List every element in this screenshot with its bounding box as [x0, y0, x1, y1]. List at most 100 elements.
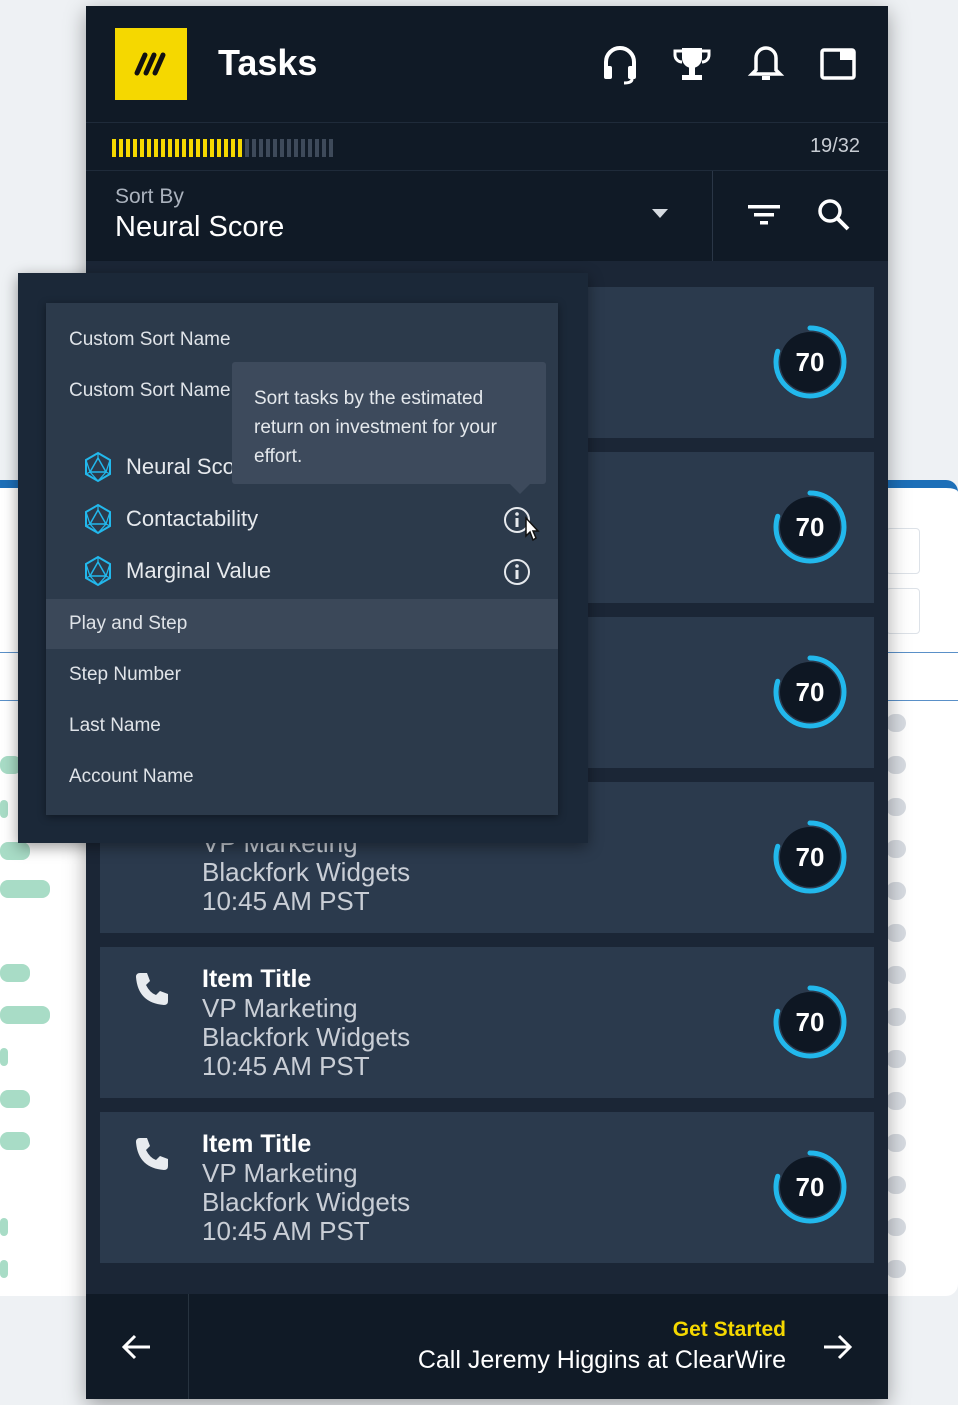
score-value: 70: [795, 511, 825, 542]
score-value: 70: [795, 1006, 825, 1037]
divider: [188, 1294, 189, 1399]
sort-option-play-and-step[interactable]: Play and Step: [46, 599, 558, 649]
bell-icon[interactable]: [744, 42, 788, 86]
background-bar: [886, 756, 906, 774]
neural-network-icon: [85, 503, 111, 535]
background-bar: [0, 800, 8, 818]
background-bar: [0, 1048, 8, 1066]
neural-network-icon: [85, 451, 111, 483]
app-logo[interactable]: [115, 28, 187, 100]
task-time: 10:45 AM PST: [202, 1216, 370, 1246]
progress-tick: [119, 139, 123, 157]
progress-tick: [112, 139, 116, 157]
progress-tick: [231, 139, 235, 157]
divider: [712, 171, 713, 261]
phone-icon: [136, 973, 168, 1005]
score-ring: 70: [772, 1149, 848, 1225]
progress-tick: [175, 139, 179, 157]
score-ring: 70: [772, 984, 848, 1060]
progress-tick: [315, 139, 319, 157]
score-value: 70: [795, 1171, 825, 1202]
background-bar: [886, 882, 906, 900]
chevron-down-icon: [652, 209, 668, 218]
background-bar: [0, 964, 30, 982]
background-bar: [886, 1092, 906, 1110]
progress-tick: [196, 139, 200, 157]
task-card[interactable]: Item Title VP Marketing Blackfork Widget…: [100, 1112, 874, 1263]
progress-tick: [189, 139, 193, 157]
sort-option-custom[interactable]: Custom Sort Name: [46, 315, 558, 365]
task-title: Item Title: [202, 965, 312, 993]
progress-tick: [245, 139, 249, 157]
progress-tick: [147, 139, 151, 157]
progress-tick: [308, 139, 312, 157]
score-value: 70: [795, 676, 825, 707]
background-bar: [886, 1218, 906, 1236]
sort-option-label: Contactability: [126, 506, 259, 531]
task-company: Blackfork Widgets: [202, 857, 411, 887]
score-ring: 70: [772, 654, 848, 730]
search-icon[interactable]: [816, 197, 852, 233]
progress-tick: [294, 139, 298, 157]
background-field: [886, 588, 920, 634]
progress-ticks: [112, 139, 333, 157]
task-company: Blackfork Widgets: [202, 1022, 411, 1052]
progress-tick: [252, 139, 256, 157]
background-bar: [0, 1090, 30, 1108]
progress-tick: [259, 139, 263, 157]
progress-tick: [301, 139, 305, 157]
sort-option-marginal-value[interactable]: Marginal Value: [46, 545, 558, 597]
background-bar: [0, 842, 30, 860]
background-bar: [886, 798, 906, 816]
next-task-label: Get Started: [672, 1318, 786, 1341]
background-bar: [886, 714, 906, 732]
footer: Get Started Call Jeremy Higgins at Clear…: [86, 1294, 888, 1399]
task-company: Blackfork Widgets: [202, 1187, 411, 1217]
info-icon[interactable]: [502, 557, 532, 587]
logo-slashes-icon: [134, 52, 166, 76]
progress-tick: [203, 139, 207, 157]
sort-bar: Sort By Neural Score: [86, 170, 888, 261]
background-bar: [0, 1006, 50, 1024]
task-time: 10:45 AM PST: [202, 886, 370, 916]
sort-option-last-name[interactable]: Last Name: [46, 701, 558, 751]
cursor-pointer-icon: [525, 516, 540, 542]
background-bar: [886, 1050, 906, 1068]
task-time: 10:45 AM PST: [202, 1051, 370, 1081]
sort-label: Sort By: [115, 185, 184, 208]
background-bar: [0, 880, 50, 898]
background-field: [886, 528, 920, 574]
progress-tick: [266, 139, 270, 157]
background-bar: [886, 924, 906, 942]
window-icon[interactable]: [816, 42, 860, 86]
sort-dropdown[interactable]: Sort By Neural Score: [86, 171, 712, 261]
next-task-title[interactable]: Call Jeremy Higgins at ClearWire: [418, 1346, 786, 1375]
score-value: 70: [795, 346, 825, 377]
sort-option-step-number[interactable]: Step Number: [46, 650, 558, 700]
progress-tick: [329, 139, 333, 157]
sort-option-account-name[interactable]: Account Name: [46, 752, 558, 802]
trophy-icon[interactable]: [670, 42, 714, 86]
sort-option-label: Marginal Value: [126, 558, 272, 583]
background-bar: [886, 966, 906, 984]
sort-option-contactability[interactable]: Contactability: [46, 493, 558, 545]
score-ring: 70: [772, 819, 848, 895]
page-title: Tasks: [218, 42, 318, 83]
progress-tick: [168, 139, 172, 157]
task-details: Item Title VP Marketing Blackfork Widget…: [202, 965, 410, 1081]
task-card[interactable]: Item Title VP Marketing Blackfork Widget…: [100, 947, 874, 1098]
background-bar: [886, 1008, 906, 1026]
task-title: Item Title: [202, 1130, 312, 1158]
task-details: Item Title VP Marketing Blackfork Widget…: [202, 1130, 410, 1246]
progress-tick: [126, 139, 130, 157]
header: Tasks: [86, 6, 888, 122]
filter-icon[interactable]: [746, 199, 782, 231]
progress-tick: [224, 139, 228, 157]
progress-count: 19/32: [809, 135, 860, 157]
arrow-left-icon[interactable]: [120, 1332, 154, 1362]
headset-icon[interactable]: [598, 42, 642, 86]
arrow-right-icon[interactable]: [820, 1332, 854, 1362]
score-ring: 70: [772, 489, 848, 565]
score-value: 70: [795, 841, 825, 872]
progress-tick: [273, 139, 277, 157]
